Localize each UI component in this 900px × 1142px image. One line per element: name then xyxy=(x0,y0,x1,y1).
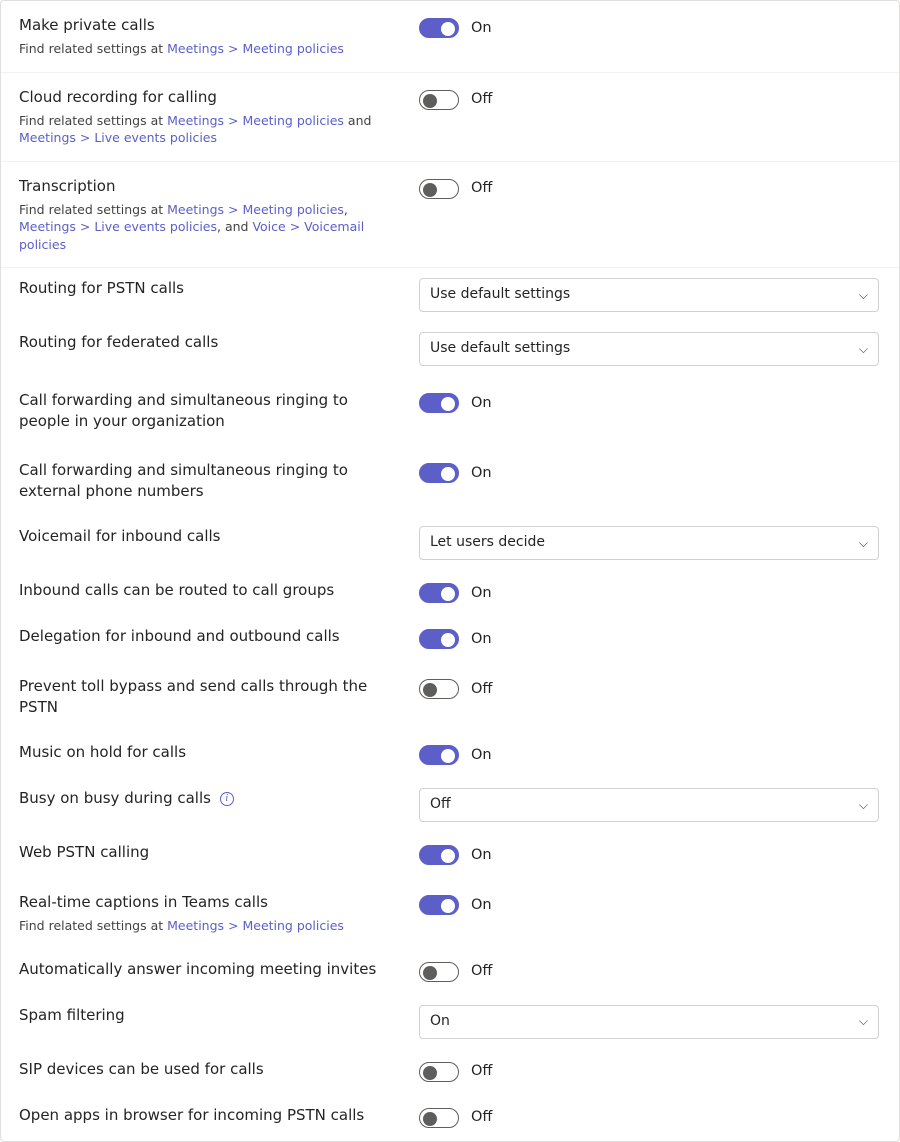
row-web-pstn: Web PSTN calling On xyxy=(1,832,899,878)
row-routing-pstn: Routing for PSTN calls Use default setti… xyxy=(1,268,899,322)
setting-title: Delegation for inbound and outbound call… xyxy=(19,626,399,647)
setting-title: Prevent toll bypass and send calls throu… xyxy=(19,676,399,718)
toggle-music-on-hold[interactable] xyxy=(419,745,459,765)
row-make-private-calls: Make private calls Find related settings… xyxy=(1,1,899,73)
chevron-down-icon: ⌵ xyxy=(859,535,868,552)
row-busy-on-busy: Busy on busy during calls i Off ⌵ xyxy=(1,778,899,832)
setting-title: Voicemail for inbound calls xyxy=(19,526,399,547)
toggle-state-label: On xyxy=(471,463,492,483)
link-meeting-policies[interactable]: Meetings > Meeting policies xyxy=(167,202,344,217)
select-busy-on-busy[interactable]: Off ⌵ xyxy=(419,788,879,822)
toggle-state-label: Off xyxy=(471,679,492,699)
row-music-on-hold: Music on hold for calls On xyxy=(1,732,899,778)
setting-title: Routing for PSTN calls xyxy=(19,278,399,299)
select-voicemail-inbound[interactable]: Let users decide ⌵ xyxy=(419,526,879,560)
select-value: Let users decide xyxy=(430,533,859,553)
chevron-down-icon: ⌵ xyxy=(859,287,868,304)
link-meeting-policies[interactable]: Meetings > Meeting policies xyxy=(167,918,344,933)
toggle-web-pstn[interactable] xyxy=(419,845,459,865)
link-live-events-policies[interactable]: Meetings > Live events policies xyxy=(19,219,217,234)
setting-title: Make private calls xyxy=(19,15,399,36)
row-call-groups: Inbound calls can be routed to call grou… xyxy=(1,570,899,616)
setting-title: SIP devices can be used for calls xyxy=(19,1059,399,1080)
row-toll-bypass: Prevent toll bypass and send calls throu… xyxy=(1,662,899,732)
select-routing-pstn[interactable]: Use default settings ⌵ xyxy=(419,278,879,312)
chevron-down-icon: ⌵ xyxy=(859,797,868,814)
row-sip-devices: SIP devices can be used for calls Off xyxy=(1,1049,899,1095)
setting-hint: Find related settings at Meetings > Meet… xyxy=(19,112,399,147)
toggle-state-label: Off xyxy=(471,89,492,109)
toggle-open-apps-browser[interactable] xyxy=(419,1108,459,1128)
toggle-delegation[interactable] xyxy=(419,629,459,649)
chevron-down-icon: ⌵ xyxy=(859,341,868,358)
toggle-realtime-captions[interactable] xyxy=(419,895,459,915)
setting-title: Call forwarding and simultaneous ringing… xyxy=(19,460,399,502)
setting-title: Spam filtering xyxy=(19,1005,399,1026)
setting-title: Real-time captions in Teams calls xyxy=(19,892,399,913)
toggle-state-label: On xyxy=(471,18,492,38)
toggle-transcription[interactable] xyxy=(419,179,459,199)
row-delegation: Delegation for inbound and outbound call… xyxy=(1,616,899,662)
setting-title: Open apps in browser for incoming PSTN c… xyxy=(19,1105,399,1126)
toggle-state-label: On xyxy=(471,393,492,413)
row-cf-external: Call forwarding and simultaneous ringing… xyxy=(1,446,899,516)
link-meeting-policies[interactable]: Meetings > Meeting policies xyxy=(167,113,344,128)
row-realtime-captions: Real-time captions in Teams calls Find r… xyxy=(1,878,899,949)
toggle-cloud-recording[interactable] xyxy=(419,90,459,110)
row-voicemail-inbound: Voicemail for inbound calls Let users de… xyxy=(1,516,899,570)
toggle-state-label: On xyxy=(471,583,492,603)
select-value: Use default settings xyxy=(430,285,859,305)
toggle-state-label: On xyxy=(471,745,492,765)
toggle-state-label: Off xyxy=(471,1061,492,1081)
chevron-down-icon: ⌵ xyxy=(859,1013,868,1030)
setting-hint: Find related settings at Meetings > Meet… xyxy=(19,917,399,935)
setting-title: Inbound calls can be routed to call grou… xyxy=(19,580,399,601)
setting-hint: Find related settings at Meetings > Meet… xyxy=(19,201,399,254)
row-transcription: Transcription Find related settings at M… xyxy=(1,162,899,269)
setting-title: Music on hold for calls xyxy=(19,742,399,763)
row-routing-federated: Routing for federated calls Use default … xyxy=(1,322,899,376)
link-meeting-policies[interactable]: Meetings > Meeting policies xyxy=(167,41,344,56)
select-value: Off xyxy=(430,795,859,815)
setting-title: Call forwarding and simultaneous ringing… xyxy=(19,390,399,432)
row-spam-filtering: Spam filtering On ⌵ xyxy=(1,995,899,1049)
toggle-sip-devices[interactable] xyxy=(419,1062,459,1082)
toggle-state-label: On xyxy=(471,895,492,915)
setting-title: Web PSTN calling xyxy=(19,842,399,863)
setting-title: Transcription xyxy=(19,176,399,197)
select-spam-filtering[interactable]: On ⌵ xyxy=(419,1005,879,1039)
toggle-call-groups[interactable] xyxy=(419,583,459,603)
select-routing-federated[interactable]: Use default settings ⌵ xyxy=(419,332,879,366)
link-live-events-policies[interactable]: Meetings > Live events policies xyxy=(19,130,217,145)
toggle-auto-answer[interactable] xyxy=(419,962,459,982)
info-icon[interactable]: i xyxy=(220,792,234,806)
toggle-cf-external[interactable] xyxy=(419,463,459,483)
toggle-make-private-calls[interactable] xyxy=(419,18,459,38)
row-cf-internal: Call forwarding and simultaneous ringing… xyxy=(1,376,899,446)
setting-title: Routing for federated calls xyxy=(19,332,399,353)
setting-hint: Find related settings at Meetings > Meet… xyxy=(19,40,399,58)
toggle-state-label: Off xyxy=(471,961,492,981)
calling-policy-panel: Make private calls Find related settings… xyxy=(0,0,900,1142)
setting-title: Automatically answer incoming meeting in… xyxy=(19,959,399,980)
toggle-state-label: Off xyxy=(471,178,492,198)
toggle-state-label: Off xyxy=(471,1107,492,1127)
toggle-cf-internal[interactable] xyxy=(419,393,459,413)
toggle-state-label: On xyxy=(471,845,492,865)
setting-title: Cloud recording for calling xyxy=(19,87,399,108)
select-value: Use default settings xyxy=(430,339,859,359)
row-cloud-recording: Cloud recording for calling Find related… xyxy=(1,73,899,162)
toggle-state-label: On xyxy=(471,629,492,649)
toggle-toll-bypass[interactable] xyxy=(419,679,459,699)
setting-title: Busy on busy during calls i xyxy=(19,788,399,809)
select-value: On xyxy=(430,1012,859,1032)
row-auto-answer: Automatically answer incoming meeting in… xyxy=(1,949,899,995)
